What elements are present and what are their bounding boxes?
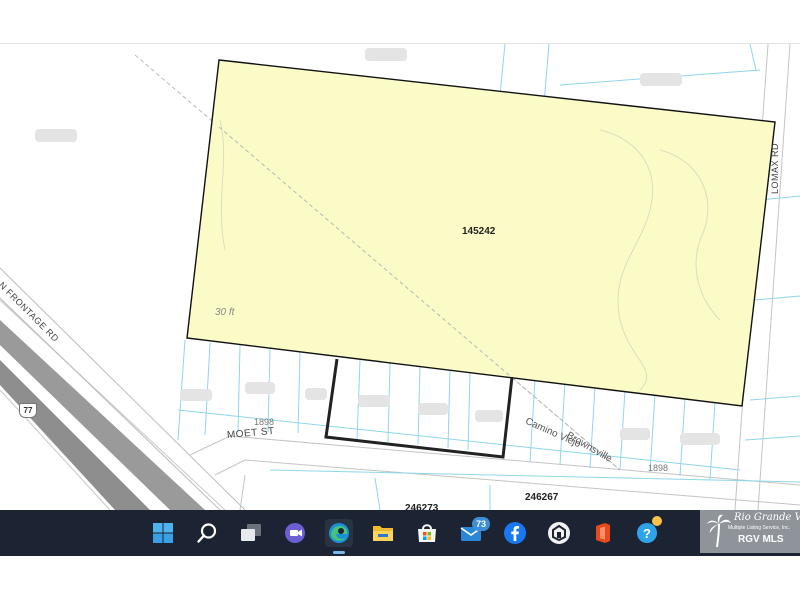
lot-number-label: 1898 xyxy=(648,463,669,473)
search-icon[interactable] xyxy=(193,519,221,547)
windows-start-icon[interactable] xyxy=(149,519,177,547)
file-explorer-icon[interactable] xyxy=(369,519,397,547)
parcel-id-label-b: 246267 xyxy=(525,492,559,503)
brand-tagline: Multiple Listing Service, Inc. xyxy=(728,525,790,531)
mail-unread-badge: 73 xyxy=(472,517,490,531)
scale-label: 30 ft xyxy=(215,307,235,318)
moet-st-lines xyxy=(189,435,800,510)
rgv-mls-watermark: Rio Grande Valley Multiple Listing Servi… xyxy=(700,510,800,553)
tips-notification-dot xyxy=(652,516,662,526)
teams-chat-icon[interactable] xyxy=(281,519,309,547)
parcel-id-label-c: 246273 xyxy=(405,503,439,510)
parcel-id-label: 145242 xyxy=(462,226,496,237)
street-label-lomax-rd: LOMAX RD xyxy=(770,142,780,194)
page-bottom-margin xyxy=(0,556,800,600)
app-icon[interactable] xyxy=(545,519,573,547)
parcel-map[interactable]: 145242 30 ft 246267 246273 1898 1898 MOE… xyxy=(0,44,800,510)
edge-icon[interactable] xyxy=(325,519,353,547)
highway-shield-icon: 77 xyxy=(19,403,37,418)
task-view-icon[interactable] xyxy=(237,519,265,547)
facebook-icon[interactable] xyxy=(501,519,529,547)
map-canvas[interactable] xyxy=(0,44,800,510)
office-icon[interactable] xyxy=(589,519,617,547)
active-app-indicator xyxy=(333,551,345,554)
brand-mls: RGV MLS xyxy=(738,534,784,545)
taskbar: ? xyxy=(0,510,800,556)
brand-name: Rio Grande Valley xyxy=(734,512,800,523)
svg-text:?: ? xyxy=(643,526,651,541)
palm-tree-icon xyxy=(707,514,731,548)
store-icon[interactable] xyxy=(413,519,441,547)
